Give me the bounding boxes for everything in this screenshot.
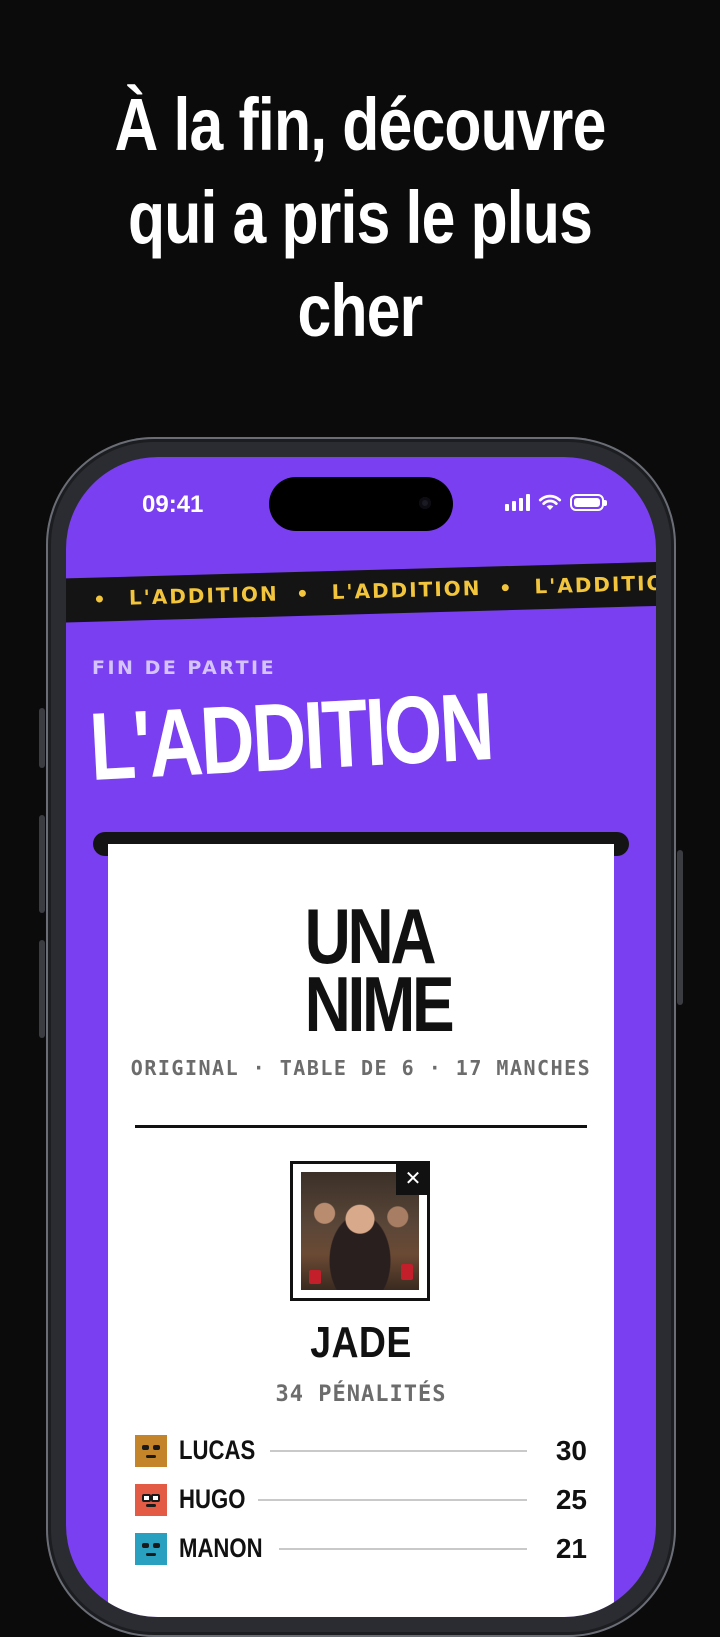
- signal-icon: [505, 493, 530, 511]
- players-list: LUCAS 30 HUGO 25 MANON 21: [135, 1426, 587, 1573]
- winner-photo[interactable]: ✕: [290, 1161, 430, 1301]
- logo-line-2: NIME: [304, 960, 455, 1048]
- action-button: [39, 708, 45, 768]
- ticker-banner: L'ADDITION L'ADDITION L'ADDITION: [66, 560, 656, 623]
- status-icons: [505, 493, 607, 511]
- avatar: [135, 1483, 167, 1516]
- player-row: HUGO 25: [135, 1475, 587, 1524]
- close-icon[interactable]: ✕: [396, 1161, 430, 1195]
- power-button: [677, 850, 683, 1005]
- volume-up-button: [39, 815, 45, 913]
- winner-name: JADE: [310, 1318, 412, 1367]
- receipt-card: UNA NIME ORIGINAL · TABLE DE 6 · 17 MANC…: [108, 844, 614, 1617]
- divider: [135, 1125, 587, 1128]
- dotted-leader: [279, 1547, 527, 1550]
- game-logo: UNA NIME: [304, 897, 455, 1048]
- eyebrow-label: FIN DE PARTIE: [92, 657, 277, 679]
- dotted-leader: [258, 1498, 527, 1501]
- headline: À la fin, découvre qui a pris le plus ch…: [98, 78, 623, 357]
- player-name: LUCAS: [179, 1435, 256, 1465]
- game-meta: ORIGINAL · TABLE DE 6 · 17 MANCHES: [130, 1056, 592, 1080]
- headline-line-2: qui a pris le plus: [127, 176, 593, 259]
- avatar: [135, 1532, 167, 1565]
- phone-screen: 09:41 L'ADDITION L'ADDITION L'ADDITION F…: [66, 457, 656, 1617]
- dot-icon: [95, 594, 104, 603]
- battery-icon: [570, 494, 607, 511]
- page-title: L'ADDITION: [87, 673, 495, 801]
- dotted-leader: [270, 1449, 527, 1452]
- headline-line-3: cher: [297, 269, 424, 352]
- dot-icon: [298, 589, 306, 597]
- ticker-text: L'ADDITION: [534, 570, 656, 599]
- headline-line-1: À la fin, découvre: [114, 83, 606, 166]
- dot-icon: [501, 583, 509, 591]
- player-name: MANON: [179, 1533, 263, 1563]
- player-name: HUGO: [179, 1484, 246, 1514]
- wifi-icon: [538, 494, 562, 510]
- ticker-item: L'ADDITION: [278, 575, 482, 606]
- camera-icon: [419, 497, 431, 509]
- ticker-text: L'ADDITION: [331, 575, 482, 605]
- ticker-item: L'ADDITION: [76, 582, 279, 612]
- status-time: 09:41: [142, 491, 204, 518]
- volume-down-button: [39, 940, 45, 1038]
- player-score: 21: [555, 1532, 587, 1564]
- dynamic-island: [269, 477, 453, 531]
- player-row: LUCAS 30: [135, 1426, 587, 1475]
- ticker-text: L'ADDITION: [128, 581, 280, 610]
- ticker-item: L'ADDITION: [481, 570, 656, 600]
- winner-penalties: 34 PÉNALITÉS: [275, 1382, 447, 1407]
- avatar: [135, 1434, 167, 1467]
- player-row: MANON 21: [135, 1524, 587, 1573]
- player-score: 25: [555, 1483, 587, 1515]
- player-score: 30: [555, 1434, 587, 1466]
